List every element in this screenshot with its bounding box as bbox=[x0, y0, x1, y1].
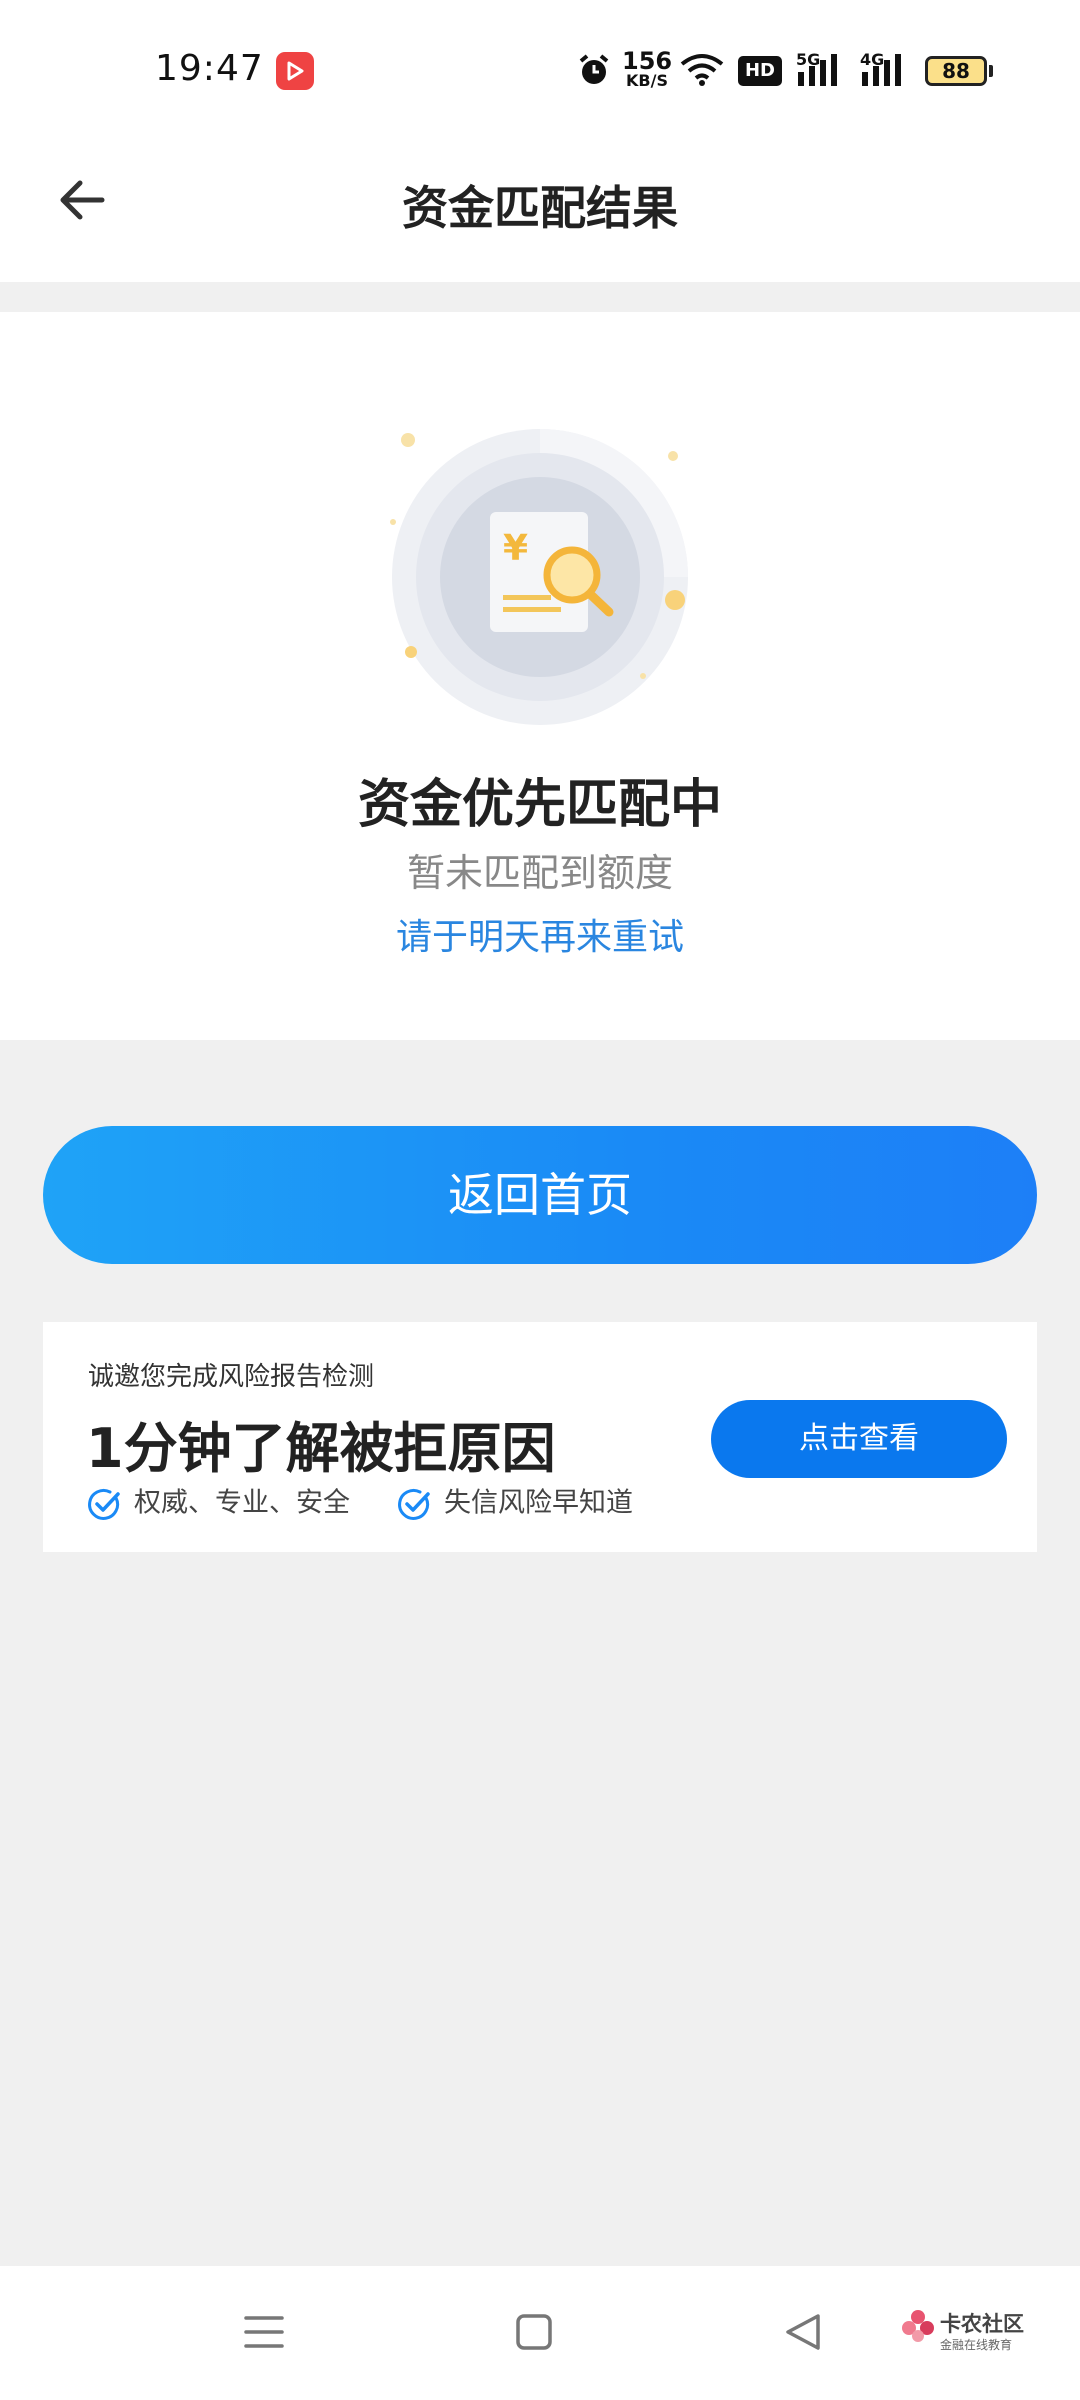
back-nav-button[interactable] bbox=[774, 2302, 834, 2362]
risk-report-card[interactable]: 诚邀您完成风险报告检测 1分钟了解被拒原因 权威、专业、安全 失信风险早知道 点… bbox=[43, 1322, 1037, 1552]
retry-hint: 请于明天再来重试 bbox=[395, 917, 684, 958]
alarm-icon bbox=[576, 52, 612, 88]
status-bar: 19:47 156 KB/S HD 5G 4G 88 bbox=[0, 0, 1080, 140]
result-title: 资金优先匹配中 bbox=[357, 775, 722, 835]
system-nav-bar: 卡农社区 金融在线教育 bbox=[0, 2266, 1080, 2400]
watermark-logo: 卡农社区 金融在线教育 bbox=[900, 2308, 1024, 2358]
check-circle-icon bbox=[398, 1488, 430, 1520]
watermark-flower-icon bbox=[902, 2310, 934, 2342]
result-subtitle: 暂未匹配到额度 bbox=[406, 851, 673, 895]
page: 19:47 156 KB/S HD 5G 4G 88 资金匹配结果 ¥ 资金优先… bbox=[0, 0, 1080, 2400]
wifi-icon bbox=[680, 52, 724, 88]
nav-bar: 资金匹配结果 bbox=[0, 140, 1080, 282]
status-time: 19:47 bbox=[155, 48, 264, 89]
menu-button[interactable] bbox=[234, 2302, 294, 2362]
home-button[interactable] bbox=[504, 2302, 564, 2362]
page-title: 资金匹配结果 bbox=[402, 181, 678, 235]
signal-4g-icon: 4G bbox=[860, 50, 906, 90]
net-speed: 156 KB/S bbox=[622, 47, 673, 90]
battery-indicator: 88 bbox=[925, 56, 987, 86]
watermark-text: 卡农社区 bbox=[940, 2312, 1024, 2336]
feature-early-warning: 失信风险早知道 bbox=[396, 1485, 633, 1525]
feature-authoritative: 权威、专业、安全 bbox=[86, 1485, 350, 1525]
report-headline: 1分钟了解被拒原因 bbox=[86, 1417, 556, 1480]
svg-text:¥: ¥ bbox=[503, 528, 528, 569]
watermark-subtext: 金融在线教育 bbox=[940, 2338, 1013, 2352]
signal-5g-icon: 5G bbox=[796, 50, 842, 90]
document-search-illustration: ¥ bbox=[375, 412, 705, 742]
home-square-icon bbox=[516, 2314, 552, 2350]
result-card: ¥ 资金优先匹配中 暂未匹配到额度 请于明天再来重试 bbox=[0, 312, 1080, 1040]
return-home-button[interactable]: 返回首页 bbox=[43, 1126, 1037, 1264]
battery-tip bbox=[989, 65, 993, 77]
menu-icon bbox=[244, 2316, 284, 2348]
report-kicker: 诚邀您完成风险报告检测 bbox=[88, 1362, 375, 1392]
check-circle-icon bbox=[88, 1488, 120, 1520]
app-notification-icon bbox=[276, 52, 314, 90]
triangle-back-icon bbox=[786, 2314, 820, 2350]
view-report-button[interactable]: 点击查看 bbox=[711, 1400, 1007, 1478]
hd-badge: HD bbox=[738, 56, 782, 86]
